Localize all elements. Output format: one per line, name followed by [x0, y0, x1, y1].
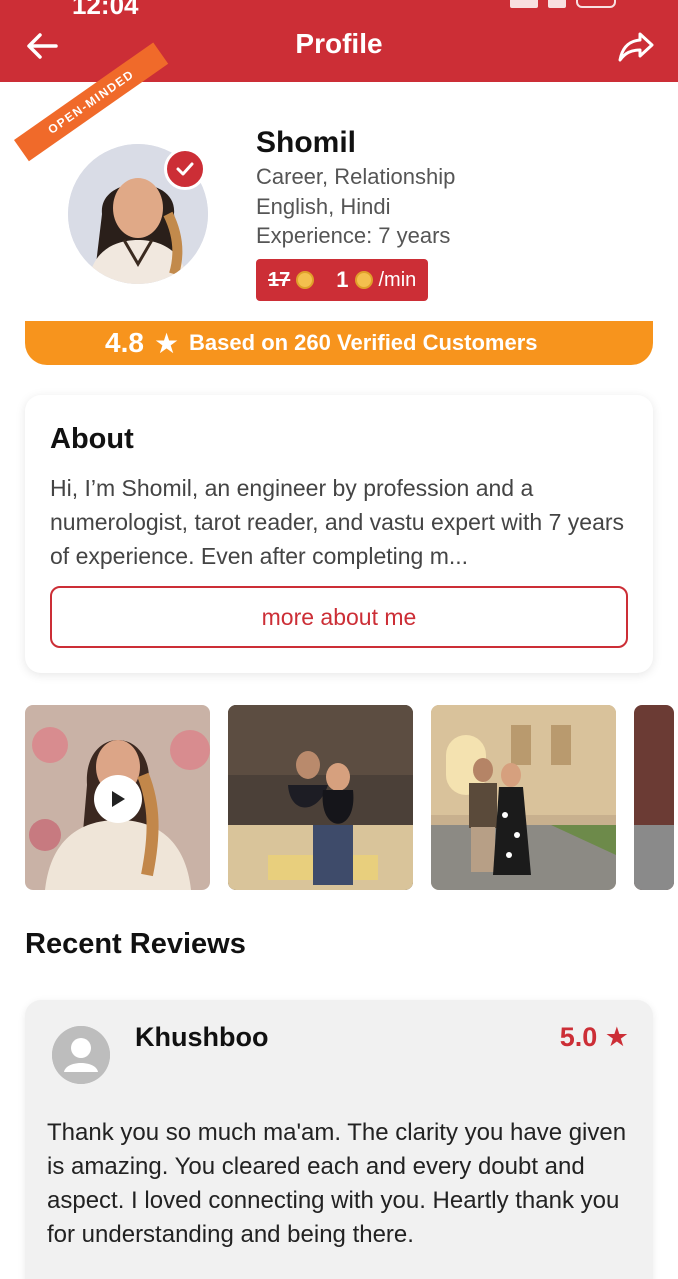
- rating-bar: 4.8 ★ Based on 260 Verified Customers: [25, 321, 653, 365]
- play-icon: [112, 791, 125, 807]
- price-unit: /min: [378, 268, 417, 291]
- status-time: 12:04: [72, 0, 139, 20]
- about-card: About Hi, I’m Shomil, an engineer by pro…: [25, 395, 653, 673]
- more-about-me-button[interactable]: more about me: [50, 586, 628, 648]
- wifi-icon: [548, 0, 566, 8]
- user-icon: [52, 1026, 110, 1084]
- recent-reviews-title: Recent Reviews: [25, 928, 246, 960]
- price-badge: 17 1 /min: [256, 259, 429, 301]
- review-text: Thank you so much ma'am. The clarity you…: [47, 1119, 627, 1248]
- coin-icon: [354, 271, 373, 289]
- rating-score: 4.8: [105, 327, 144, 358]
- about-text: Hi, I’m Shomil, an engineer by professio…: [50, 475, 625, 569]
- new-price: 1: [336, 267, 349, 292]
- app-bar: 12:04 Profile: [0, 0, 678, 82]
- languages-text: English, Hindi: [256, 194, 391, 219]
- review-rating-value: 5.0: [559, 1022, 598, 1052]
- signal-icon: [510, 0, 538, 8]
- rating-text: Based on 260 Verified Customers: [189, 330, 538, 355]
- review-card: Khushboo 5.0 ★ Thank you so much ma'am. …: [25, 1000, 653, 1279]
- media-gallery: [25, 705, 678, 890]
- experience-text: Experience: 7 years: [256, 223, 451, 248]
- play-button[interactable]: [94, 775, 142, 823]
- reviewer-name: Khushboo: [135, 1022, 269, 1052]
- battery-icon: [576, 0, 616, 8]
- reviewer-avatar: [52, 1026, 110, 1084]
- page-title: Profile: [295, 28, 383, 59]
- photo-thumbnail: [228, 705, 413, 890]
- share-button[interactable]: [616, 26, 656, 66]
- profile-avatar-block: OPEN-MINDED: [14, 42, 224, 300]
- gallery-photo-2[interactable]: [431, 705, 616, 890]
- verified-badge: [164, 148, 206, 190]
- expertise-text: Career, Relationship: [256, 164, 456, 189]
- gallery-photo-3[interactable]: [634, 705, 674, 890]
- coin-icon: [296, 271, 315, 289]
- share-icon: [618, 32, 654, 62]
- old-price: 17: [268, 268, 291, 291]
- gallery-photo-1[interactable]: [228, 705, 413, 890]
- gallery-video-thumb[interactable]: [25, 705, 210, 890]
- star-icon: ★: [604, 1022, 629, 1052]
- photo-thumbnail: [431, 705, 616, 890]
- astrologer-name: Shomil: [256, 126, 357, 159]
- photo-thumbnail: [634, 705, 674, 890]
- status-icons: [510, 0, 616, 8]
- star-icon: ★: [153, 327, 180, 359]
- checkmark-icon: [176, 162, 194, 176]
- about-title: About: [50, 423, 134, 455]
- review-rating: 5.0 ★: [560, 1022, 629, 1053]
